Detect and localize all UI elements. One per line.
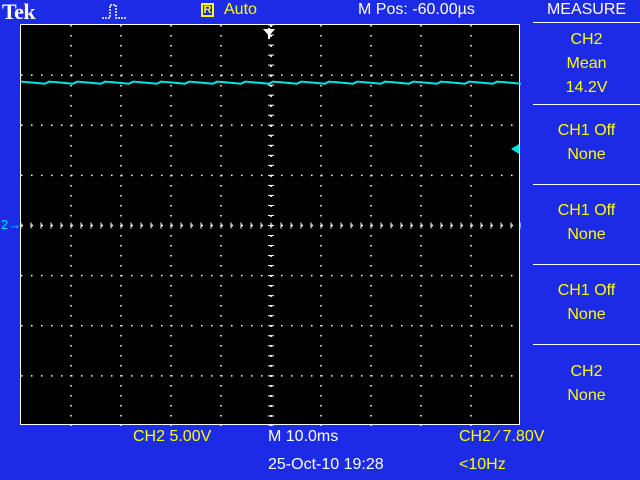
measure-slot-4[interactable]: CH1 Off None — [533, 279, 640, 327]
measure-slot-1-type: Mean — [566, 55, 607, 72]
measure-slot-1[interactable]: CH2 Mean 14.2V — [533, 28, 640, 100]
measure-title: MEASURE — [546, 1, 627, 18]
ch2-scale-readout: CH2 5.00V — [133, 428, 212, 445]
measure-slot-4-source: CH1 Off — [557, 282, 616, 299]
horizontal-position: M Pos: -60.00µs — [358, 1, 475, 18]
ch2-trace — [21, 80, 521, 85]
top-status-bar: Tek R Auto M Pos: -60.00µs — [0, 0, 528, 24]
measure-slot-3-source: CH1 Off — [557, 202, 616, 219]
timebase-readout: M 10.0ms — [268, 428, 339, 445]
graticule — [21, 25, 521, 426]
date-time-readout: 25-Oct-10 19:28 — [268, 456, 384, 473]
measure-slot-3-type: None — [567, 226, 606, 243]
measure-slot-4-type: None — [567, 306, 606, 323]
waveform-display[interactable] — [20, 24, 521, 426]
measure-slot-1-source: CH2 — [570, 31, 603, 48]
measure-divider — [533, 104, 640, 105]
measure-panel: MEASURE CH2 Mean 14.2V CH1 Off None CH1 … — [533, 0, 640, 425]
measure-slot-5-type: None — [567, 387, 606, 404]
trigger-position-marker — [263, 28, 275, 39]
measure-slot-2-source: CH1 Off — [557, 122, 616, 139]
measure-slot-1-value: 14.2V — [565, 79, 608, 96]
bottom-status-bar: CH2 5.00V M 10.0ms CH2 ∕ 7.80V 25-Oct-10… — [0, 425, 640, 480]
measure-slot-5[interactable]: CH2 None — [533, 360, 640, 408]
measure-slot-3[interactable]: CH1 Off None — [533, 199, 640, 247]
trigger-frequency-readout: <10Hz — [459, 456, 506, 473]
trigger-level-marker — [511, 144, 519, 154]
measure-slot-2[interactable]: CH1 Off None — [533, 119, 640, 167]
run-state-badge: R — [201, 3, 214, 17]
trigger-mode: Auto — [224, 1, 257, 18]
measure-slot-2-type: None — [567, 146, 606, 163]
measure-divider — [533, 22, 640, 23]
trigger-readout: CH2 ∕ 7.80V — [459, 428, 545, 445]
measure-divider — [533, 344, 640, 345]
ch2-ground-marker: 2→ — [1, 217, 22, 232]
measure-slot-5-source: CH2 — [570, 363, 603, 380]
brand-logo: Tek — [2, 0, 36, 24]
pulse-waveform-icon — [102, 4, 126, 19]
measure-divider — [533, 184, 640, 185]
measure-divider — [533, 264, 640, 265]
